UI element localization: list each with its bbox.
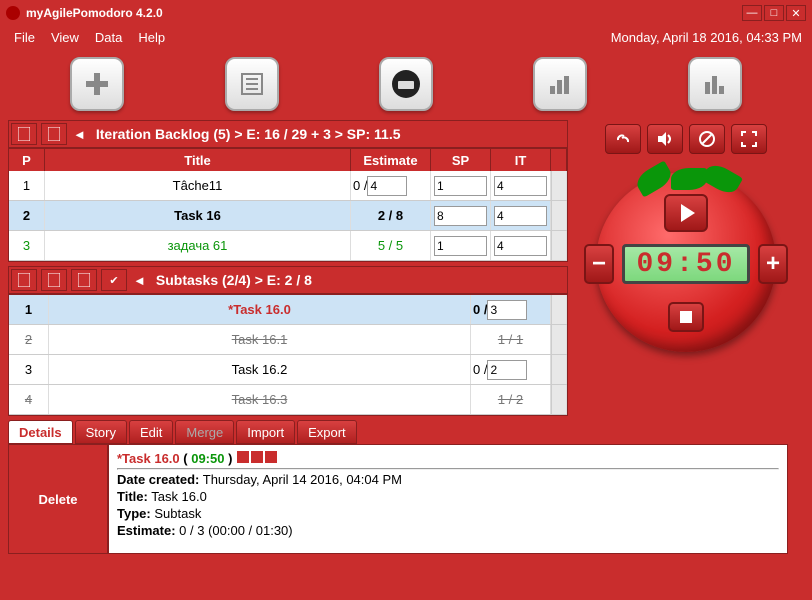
iteration-title: Iteration Backlog (5) > E: 16 / 29 + 3 >… — [90, 126, 407, 142]
est-input[interactable] — [367, 176, 407, 196]
col-estimate[interactable]: Estimate — [351, 149, 431, 171]
pomodoro-timer: 09:50 − + — [586, 162, 786, 362]
table-row[interactable]: 2 Task 16.1 1 / 1 — [9, 325, 567, 355]
menu-data[interactable]: Data — [87, 30, 130, 45]
plus-button[interactable]: + — [758, 244, 788, 284]
chart1-button[interactable] — [533, 57, 587, 111]
table-row[interactable]: 4 Task 16.3 1 / 2 — [9, 385, 567, 415]
details-panel: Delete *Task 16.0 ( 09:50 ) Date created… — [8, 444, 788, 554]
table-row[interactable]: 3 задача 61 5 / 5 — [9, 231, 567, 261]
sp-input[interactable] — [434, 176, 487, 196]
it-input[interactable] — [494, 236, 547, 256]
table-row[interactable]: 3 Task 16.2 0 / — [9, 355, 567, 385]
iteration-grid: P Title Estimate SP IT 1 Tâche11 0 / 2 T… — [8, 148, 568, 262]
minimize-button[interactable]: — — [742, 5, 762, 21]
iteration-header: ◄ Iteration Backlog (5) > E: 16 / 29 + 3… — [8, 120, 568, 148]
titlebar: myAgilePomodoro 4.2.0 — □ ✕ — [0, 0, 812, 26]
col-title[interactable]: Title — [45, 149, 351, 171]
sound-icon[interactable] — [647, 124, 683, 154]
pomodoro-square-icon — [265, 451, 277, 463]
col-sp[interactable]: SP — [431, 149, 491, 171]
nav-prev-icon[interactable]: ◄ — [69, 127, 90, 142]
tab-edit[interactable]: Edit — [129, 420, 173, 444]
close-button[interactable]: ✕ — [786, 5, 806, 21]
doc2-icon[interactable] — [41, 269, 67, 291]
maximize-button[interactable]: □ — [764, 5, 784, 21]
menu-file[interactable]: File — [6, 30, 43, 45]
timer-display: 09:50 — [622, 244, 750, 284]
nav-prev-icon[interactable]: ◄ — [129, 273, 150, 288]
col-it[interactable]: IT — [491, 149, 551, 171]
table-row[interactable]: 1 *Task 16.0 0 / — [9, 295, 567, 325]
minus-button[interactable]: − — [584, 244, 614, 284]
detail-task-title: *Task 16.0 — [117, 451, 180, 466]
current-date: Monday, April 18 2016, 04:33 PM — [611, 30, 806, 45]
table-row[interactable]: 2 Task 16 2 / 8 — [9, 201, 567, 231]
add-button[interactable] — [70, 57, 124, 111]
pomodoro-square-icon — [251, 451, 263, 463]
pomodoro-square-icon — [237, 451, 249, 463]
pin-icon[interactable] — [689, 124, 725, 154]
menu-help[interactable]: Help — [130, 30, 173, 45]
col-p[interactable]: P — [9, 149, 45, 171]
it-input[interactable] — [494, 176, 547, 196]
check-icon[interactable]: ✔ — [101, 269, 127, 291]
subtasks-header: ✔ ◄ Subtasks (2/4) > E: 2 / 8 — [8, 266, 568, 294]
stop-button[interactable] — [668, 302, 704, 332]
tab-import[interactable]: Import — [236, 420, 295, 444]
timer-button[interactable] — [379, 57, 433, 111]
tab-merge[interactable]: Merge — [175, 420, 234, 444]
window-title: myAgilePomodoro 4.2.0 — [26, 6, 742, 20]
app-icon — [6, 6, 20, 20]
doc2-icon[interactable] — [41, 123, 67, 145]
tab-export[interactable]: Export — [297, 420, 357, 444]
play-button[interactable] — [664, 194, 708, 232]
delete-button[interactable]: Delete — [9, 445, 109, 553]
sp-input[interactable] — [434, 236, 487, 256]
chart2-button[interactable] — [688, 57, 742, 111]
tab-story[interactable]: Story — [75, 420, 127, 444]
est-input[interactable] — [487, 300, 527, 320]
link-icon[interactable] — [605, 124, 641, 154]
main-toolbar — [0, 48, 812, 120]
subtasks-grid: 1 *Task 16.0 0 / 2 Task 16.1 1 / 1 3 Tas… — [8, 294, 568, 416]
est-input[interactable] — [487, 360, 527, 380]
menu-view[interactable]: View — [43, 30, 87, 45]
doc-icon[interactable] — [11, 269, 37, 291]
subtasks-title: Subtasks (2/4) > E: 2 / 8 — [150, 272, 318, 288]
doc-icon[interactable] — [11, 123, 37, 145]
table-row[interactable]: 1 Tâche11 0 / — [9, 171, 567, 201]
sp-input[interactable] — [434, 206, 487, 226]
doc3-icon[interactable] — [71, 269, 97, 291]
list-button[interactable] — [225, 57, 279, 111]
it-input[interactable] — [494, 206, 547, 226]
tab-details[interactable]: Details — [8, 420, 73, 444]
fullscreen-icon[interactable] — [731, 124, 767, 154]
detail-tabs: Details Story Edit Merge Import Export — [8, 420, 788, 444]
menubar: File View Data Help Monday, April 18 201… — [0, 26, 812, 48]
